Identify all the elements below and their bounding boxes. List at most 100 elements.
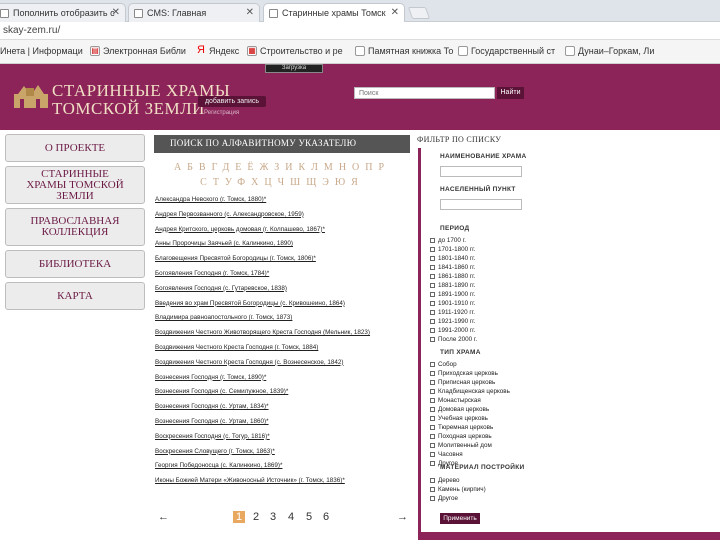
church-link[interactable]: Анны Пророчицы Заячьей (с. Калинкино, 18… [155,240,415,255]
checkbox-icon[interactable] [430,452,435,457]
search-button[interactable]: Найти [497,87,524,99]
checkbox-icon[interactable] [430,238,435,243]
checkbox-icon[interactable] [430,256,435,261]
sidebar-item-old-churches[interactable]: СТАРИННЫЕ ХРАМЫ ТОМСКОЙ ЗЕМЛИ [5,166,145,204]
period-option[interactable]: 1891-1900 гг. [430,291,475,298]
church-link[interactable]: Вознесения Господня (г. Томск, 1890)* [155,374,415,389]
type-option[interactable]: Тюремная церковь [430,424,493,431]
material-option[interactable]: Дерево [430,477,460,484]
bookmark-item[interactable]: Инета | Информаци [0,46,83,56]
church-link[interactable]: Вознесения Господня (с. Уртам, 1834)* [155,403,415,418]
type-option[interactable]: Молитвенный дом [430,442,492,449]
browser-tab[interactable]: CMS: Главная ✕ [128,3,260,22]
checkbox-icon[interactable] [430,478,435,483]
next-arrow[interactable]: → [397,511,408,523]
close-tab-icon[interactable]: ✕ [391,7,399,18]
page-5[interactable]: 5 [306,511,312,523]
church-logo-icon[interactable] [12,84,50,108]
church-link[interactable]: Богоявления Господня (г. Томск, 1784)* [155,270,415,285]
church-link[interactable]: Владимира равноапостольного (г. Томск, 1… [155,314,415,329]
type-option[interactable]: Учебная церковь [430,415,488,422]
place-filter-input[interactable] [440,199,522,210]
period-option[interactable]: 1991-2000 гг. [430,327,475,334]
period-option[interactable]: 1701-1800 гг. [430,246,475,253]
checkbox-icon[interactable] [430,319,435,324]
checkbox-icon[interactable] [430,398,435,403]
period-option[interactable]: 1801-1840 гг. [430,255,475,262]
church-link[interactable]: Андрея Критского, церковь домовая (г. Ко… [155,226,415,241]
page-3[interactable]: 3 [270,511,276,523]
material-option[interactable]: Другое [430,495,458,502]
page-6[interactable]: 6 [323,511,329,523]
address-bar[interactable]: skay-zem.ru/ [0,22,720,40]
church-link[interactable]: Александра Невского (г. Томск, 1880)* [155,196,415,211]
church-link[interactable]: Воздвижения Честного Животворящего Крест… [155,329,415,344]
checkbox-icon[interactable] [430,407,435,412]
name-filter-input[interactable] [440,166,522,177]
alphabet-row[interactable]: СТУФХЦЧШЩЭЮЯ [154,177,410,188]
bookmark-item[interactable]: Я Яндекс [196,45,239,57]
type-option[interactable]: Домовая церковь [430,406,489,413]
checkbox-icon[interactable] [430,416,435,421]
period-option[interactable]: до 1700 г. [430,237,466,244]
bookmark-item[interactable]: ▤ Электронная Библи [90,46,186,56]
checkbox-icon[interactable] [430,362,435,367]
material-option[interactable]: Камень (кирпич) [430,486,486,493]
church-link[interactable]: Воздвижения Честного Креста Господня (с.… [155,359,415,374]
sidebar-item-orthodox-collection[interactable]: ПРАВОСЛАВНАЯ КОЛЛЕКЦИЯ [5,208,145,246]
type-option[interactable]: Часовня [430,451,463,458]
checkbox-icon[interactable] [430,337,435,342]
church-link[interactable]: Благовещения Пресвятой Богородицы (г. То… [155,255,415,270]
page-1[interactable]: 1 [233,511,246,523]
checkbox-icon[interactable] [430,310,435,315]
church-link[interactable]: Вознесения Господня (с. Уртам, 1860)* [155,418,415,433]
church-link[interactable]: Вознесения Господня (с. Семилужное, 1839… [155,388,415,403]
period-option[interactable]: 1901-1910 гг. [430,300,475,307]
church-link[interactable]: Георгия Победоносца (с. Калинкино, 1869)… [155,462,415,477]
browser-tab-active[interactable]: Старинные храмы Томск ✕ [263,3,405,23]
checkbox-icon[interactable] [430,371,435,376]
period-option[interactable]: 1841-1860 гг. [430,264,475,271]
period-option[interactable]: 1911-1920 гг. [430,309,475,316]
prev-arrow[interactable]: ← [158,511,169,523]
period-option[interactable]: 1861-1880 гг. [430,273,475,280]
church-link[interactable]: Воскресения Господня (с. Тогур, 1816)* [155,433,415,448]
checkbox-icon[interactable] [430,443,435,448]
page-2[interactable]: 2 [253,511,259,523]
checkbox-icon[interactable] [430,425,435,430]
page-4[interactable]: 4 [288,511,294,523]
church-link[interactable]: Введения во храм Пресвятой Богородицы (с… [155,300,415,315]
church-link[interactable]: Богоявления Господня (с. Гутаревское, 18… [155,285,415,300]
church-link[interactable]: Андрея Первозванного (с. Александровское… [155,211,415,226]
checkbox-icon[interactable] [430,292,435,297]
sidebar-item-map[interactable]: КАРТА [5,282,145,310]
checkbox-icon[interactable] [430,380,435,385]
checkbox-icon[interactable] [430,283,435,288]
bookmark-item[interactable]: ▦ Строительство и ре [247,46,343,56]
add-entry-button[interactable]: добавить запись [198,96,266,107]
type-option[interactable]: Походная церковь [430,433,492,440]
checkbox-icon[interactable] [430,487,435,492]
alphabet-row[interactable]: АБВГДЕЁЖЗИКЛМНОПР [154,162,410,173]
type-option[interactable]: Собор [430,361,457,368]
checkbox-icon[interactable] [430,328,435,333]
period-option[interactable]: 1881-1890 гг. [430,282,475,289]
close-tab-icon[interactable]: ✕ [112,7,120,18]
checkbox-icon[interactable] [430,461,435,466]
bookmark-item[interactable]: Государственный ст [458,46,555,56]
sidebar-item-about[interactable]: О ПРОЕКТЕ [5,134,145,162]
bookmark-item[interactable]: Памятная книжка То [355,46,453,56]
type-option[interactable]: Монастырская [430,397,481,404]
apply-filter-button[interactable]: Применить [440,513,480,524]
church-link[interactable]: Иконы Божией Матери «Живоносный Источник… [155,477,415,492]
checkbox-icon[interactable] [430,301,435,306]
period-option[interactable]: После 2000 г. [430,336,477,343]
checkbox-icon[interactable] [430,496,435,501]
browser-tab[interactable]: Пополнить отобразить с ✕ [0,3,126,22]
checkbox-icon[interactable] [430,274,435,279]
checkbox-icon[interactable] [430,247,435,252]
type-option[interactable]: Приписная церковь [430,379,495,386]
register-link[interactable]: Регистрация [204,110,239,116]
church-link[interactable]: Воздвижения Честного Креста Господня (г.… [155,344,415,359]
church-link[interactable]: Воскресения Словущего (г. Томск, 1863)* [155,448,415,463]
